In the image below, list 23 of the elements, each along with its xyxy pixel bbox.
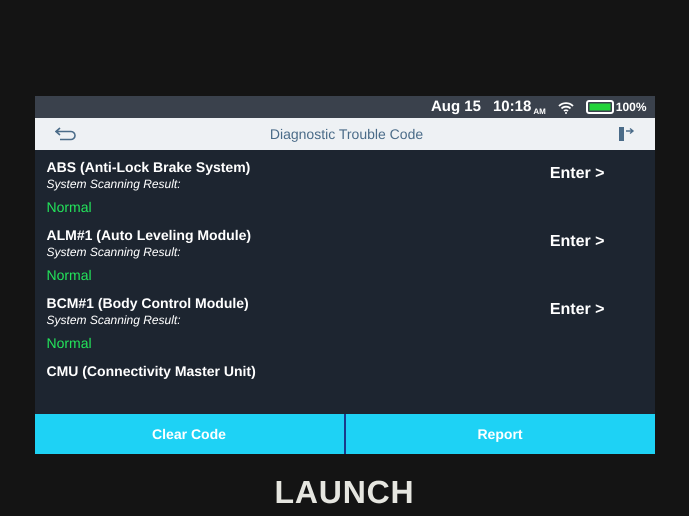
screen-title: Diagnostic Trouble Code bbox=[270, 124, 424, 144]
brand-logo: LAUNCH bbox=[274, 473, 414, 512]
system-name: CMU (Connectivity Master Unit) bbox=[46, 362, 256, 380]
result-label: System Scanning Result: bbox=[46, 312, 182, 328]
back-button[interactable] bbox=[54, 126, 76, 142]
result-label: System Scanning Result: bbox=[46, 176, 182, 192]
ampm-text: AM bbox=[533, 106, 546, 118]
enter-button[interactable]: Enter > bbox=[550, 162, 604, 186]
system-name: BCM#1 (Body Control Module) bbox=[46, 294, 249, 312]
result-status: Normal bbox=[46, 334, 93, 352]
enter-button[interactable]: Enter > bbox=[550, 298, 604, 322]
enter-button[interactable]: Enter > bbox=[550, 230, 604, 254]
clock-text: 10:18 bbox=[492, 96, 532, 117]
result-label: System Scanning Result: bbox=[46, 244, 182, 260]
wifi-icon bbox=[558, 100, 574, 114]
date-text: Aug 15 bbox=[430, 96, 481, 117]
system-name: ALM#1 (Auto Leveling Module) bbox=[46, 226, 252, 244]
result-status: Normal bbox=[46, 266, 93, 284]
battery-icon bbox=[586, 100, 614, 114]
system-name: ABS (Anti-Lock Brake System) bbox=[46, 158, 250, 176]
result-status: Normal bbox=[46, 198, 93, 216]
battery-percent: 100% bbox=[616, 99, 646, 116]
exit-button[interactable] bbox=[616, 125, 634, 143]
